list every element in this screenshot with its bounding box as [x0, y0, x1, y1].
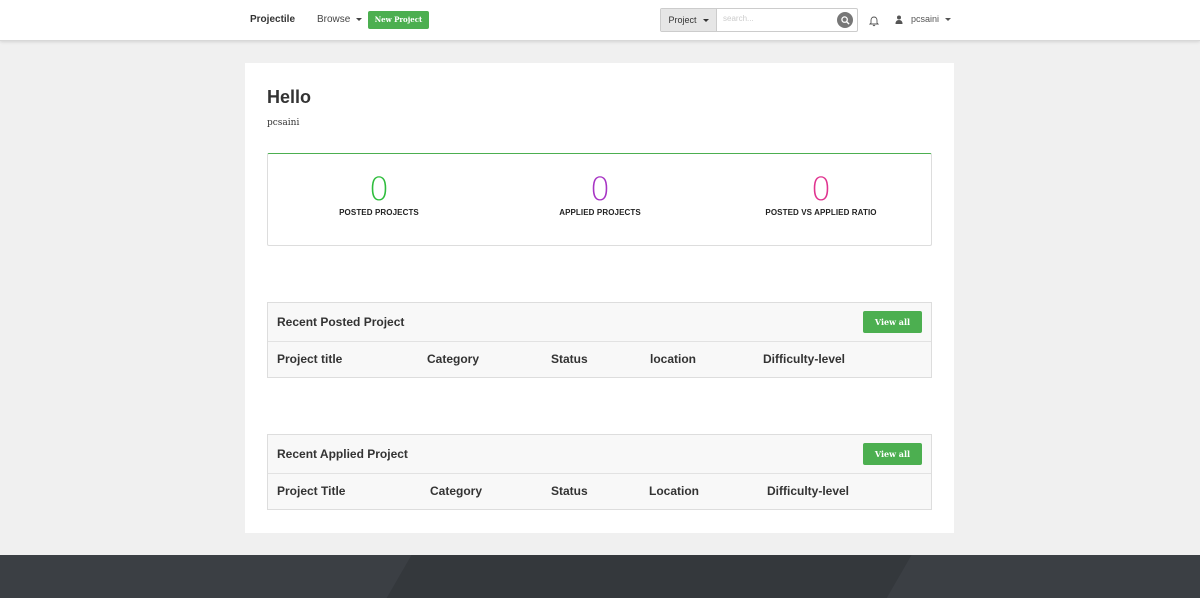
greeting-username: pcsaini — [267, 118, 300, 128]
bell-icon — [868, 16, 880, 27]
column-header: Status — [551, 484, 588, 498]
stat-value: 0 — [589, 170, 611, 208]
stat-applied-projects: 0 APPLIED PROJECTS — [500, 172, 700, 217]
browse-menu[interactable]: Browse — [317, 14, 363, 25]
search-category-dropdown[interactable]: Project — [661, 9, 717, 31]
stats-box: 0 POSTED PROJECTS 0 APPLIED PROJECTS 0 P… — [267, 153, 932, 246]
search-icon — [840, 15, 850, 25]
browse-label: Browse — [317, 14, 351, 25]
chevron-down-icon — [945, 17, 952, 21]
panel-title: Recent Applied Project — [277, 447, 408, 461]
chevron-down-icon — [702, 18, 709, 22]
stat-ratio: 0 POSTED VS APPLIED RATIO — [721, 172, 921, 217]
footer — [0, 555, 1200, 598]
user-icon — [895, 15, 903, 24]
column-header: Category — [430, 484, 483, 498]
column-header: Difficulty-level — [763, 352, 846, 366]
recent-posted-panel: Recent Posted Project View all Project t… — [267, 302, 932, 378]
notifications-button[interactable] — [868, 14, 880, 32]
stat-label: POSTED PROJECTS — [339, 208, 419, 217]
stat-value: 0 — [368, 170, 390, 208]
search-bar: Project search... — [660, 8, 858, 32]
stat-label: APPLIED PROJECTS — [559, 208, 641, 217]
search-category-label: Project — [668, 15, 697, 25]
search-input[interactable]: search... — [723, 14, 754, 23]
column-header: Location — [649, 484, 699, 498]
brand-logo[interactable]: Projectile — [250, 14, 295, 25]
column-header: Difficulty-level — [767, 484, 850, 498]
stat-value: 0 — [810, 170, 832, 208]
footer-background-shape — [376, 555, 924, 598]
view-all-applied-button[interactable]: View all — [863, 443, 922, 465]
user-menu[interactable]: pcsaini — [895, 14, 952, 24]
panel-title: Recent Posted Project — [277, 315, 405, 329]
stat-label: POSTED VS APPLIED RATIO — [765, 208, 877, 217]
dashboard-card: Hello pcsaini 0 POSTED PROJECTS 0 APPLIE… — [245, 63, 954, 533]
chevron-down-icon — [356, 18, 363, 21]
view-all-posted-button[interactable]: View all — [863, 311, 922, 333]
column-header: Project title — [277, 352, 343, 366]
column-header: Project Title — [277, 484, 346, 498]
stat-posted-projects: 0 POSTED PROJECTS — [279, 172, 479, 217]
column-header: location — [650, 352, 697, 366]
column-header: Category — [427, 352, 480, 366]
recent-applied-panel: Recent Applied Project View all Project … — [267, 434, 932, 510]
search-button[interactable] — [837, 12, 853, 28]
greeting-title: Hello — [267, 87, 312, 107]
column-header: Status — [551, 352, 588, 366]
top-navbar: Projectile Browse New Project Project se… — [0, 0, 1200, 41]
new-project-button[interactable]: New Project — [368, 11, 429, 29]
divider — [268, 341, 931, 342]
user-name: pcsaini — [911, 14, 940, 24]
divider — [268, 473, 931, 474]
